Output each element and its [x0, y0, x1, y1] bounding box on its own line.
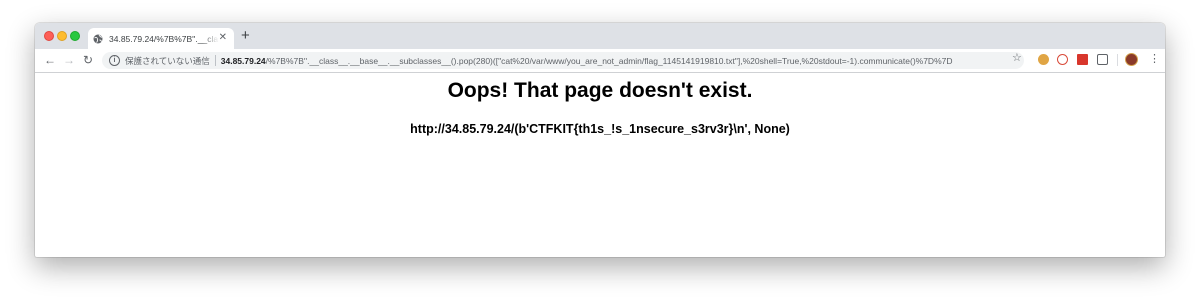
reload-icon[interactable]: ↻	[83, 53, 93, 67]
bookmark-star-icon[interactable]: ☆	[1012, 51, 1022, 64]
window-extension-icon[interactable]	[1097, 54, 1108, 65]
error-message: http://34.85.79.24/(b'CTFKIT{th1s_!s_1ns…	[410, 122, 790, 136]
menu-icon[interactable]: ⋮	[1149, 52, 1160, 66]
tab-active[interactable]: 34.85.79.24/%7B%7B''.__class ✕	[88, 28, 234, 49]
page-content: Oops! That page doesn't exist. http://34…	[35, 73, 1165, 257]
badge-extension-icon[interactable]	[1057, 54, 1068, 65]
url-path: /%7B%7B''.__class__.__base__.__subclasse…	[265, 55, 953, 66]
browser-toolbar: ← → ↻ i 保護されていない通信 34.85.79.24/%7B%7B''.…	[35, 49, 1165, 73]
close-window-button[interactable]	[44, 31, 54, 41]
new-tab-button[interactable]: +	[241, 28, 250, 44]
browser-window: 34.85.79.24/%7B%7B''.__class ✕ + ← → ↻ i…	[35, 23, 1165, 257]
tab-title: 34.85.79.24/%7B%7B''.__class	[109, 33, 219, 44]
globe-icon	[93, 34, 103, 43]
url-host: 34.85.79.24	[220, 55, 266, 66]
page-heading: Oops! That page doesn't exist.	[447, 79, 753, 102]
extension-separator	[1117, 54, 1118, 66]
red-extension-icon[interactable]	[1077, 54, 1088, 65]
info-icon[interactable]: i	[109, 55, 120, 66]
cookie-extension-icon[interactable]	[1038, 54, 1049, 65]
tab-strip: 34.85.79.24/%7B%7B''.__class ✕ +	[35, 23, 1165, 49]
close-icon[interactable]: ✕	[219, 32, 227, 44]
address-separator	[214, 55, 216, 66]
address-bar[interactable]: i 保護されていない通信 34.85.79.24/%7B%7B''.__clas…	[102, 52, 1024, 69]
url-text[interactable]: 34.85.79.24/%7B%7B''.__class__.__base__.…	[221, 56, 953, 66]
zoom-window-button[interactable]	[70, 31, 80, 41]
security-label[interactable]: 保護されていない通信	[125, 55, 210, 67]
back-arrow-icon[interactable]: ←	[44, 53, 56, 67]
forward-arrow-icon[interactable]: →	[63, 53, 75, 67]
profile-avatar[interactable]	[1125, 53, 1138, 66]
minimize-window-button[interactable]	[57, 31, 67, 41]
